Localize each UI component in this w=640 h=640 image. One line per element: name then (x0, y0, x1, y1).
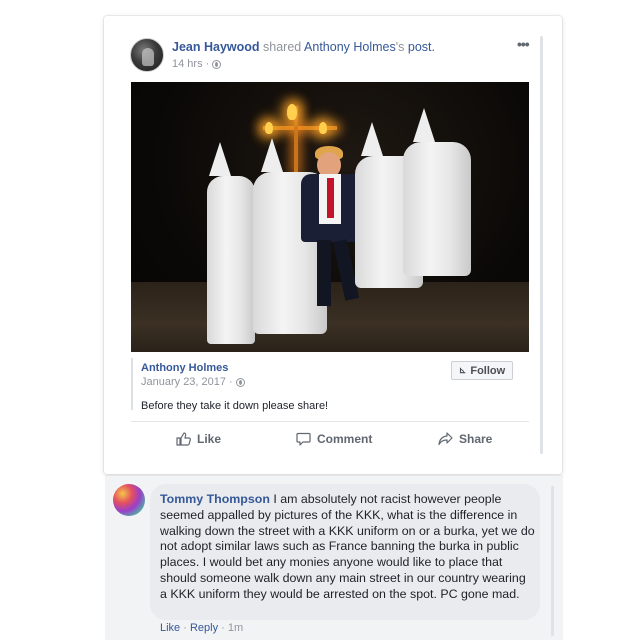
shared-author-name[interactable]: Anthony Holmes (141, 362, 228, 374)
post-time[interactable]: 14 hrs (172, 58, 203, 70)
rss-icon: ⊾ (458, 365, 467, 375)
comment-action-separator: · (221, 622, 225, 634)
globe-icon (235, 377, 245, 387)
comment-body: Tommy Thompson I am absolutely not racis… (160, 492, 536, 603)
like-button[interactable]: Like (176, 430, 221, 448)
comment-like-link[interactable]: Like (160, 622, 180, 634)
shared-word: shared (263, 40, 302, 54)
post-meta: 14 hrs · (172, 58, 222, 70)
like-label: Like (197, 432, 222, 446)
comment-time[interactable]: 1m (228, 622, 243, 634)
author-avatar[interactable] (130, 38, 164, 72)
post-link[interactable]: post. (408, 40, 435, 54)
follow-label: Follow (470, 364, 506, 377)
globe-icon[interactable] (212, 59, 222, 69)
follow-button[interactable]: ⊾ Follow (451, 361, 513, 380)
post-photo[interactable] (131, 82, 529, 352)
thumbs-up-icon (176, 432, 191, 446)
comment-icon (296, 432, 311, 446)
shared-meta: January 23, 2017 · (141, 376, 245, 388)
possessive-suffix: 's (395, 40, 405, 54)
post-author-link[interactable]: Jean Haywood (172, 40, 260, 54)
action-divider (131, 421, 529, 422)
share-icon (438, 432, 453, 446)
meta-separator: · (205, 58, 210, 70)
shared-post-text: Before they take it down please share! (141, 400, 329, 412)
comment-action-separator: · (183, 622, 187, 634)
share-label: Share (459, 432, 493, 446)
comment-label: Comment (317, 432, 373, 446)
screenshot-stage: Jean Haywood shared Anthony Holmes's pos… (0, 0, 640, 640)
post-scrollbar[interactable] (540, 36, 543, 454)
comment-button[interactable]: Comment (296, 430, 372, 448)
original-author-link[interactable]: Anthony Holmes (304, 40, 396, 54)
more-horizontal-icon[interactable]: ••• (517, 36, 530, 52)
shared-meta-separator: · (229, 376, 233, 388)
comment-author-link[interactable]: Tommy Thompson (160, 492, 270, 506)
post-header: Jean Haywood shared Anthony Holmes's pos… (172, 40, 435, 54)
comment-actions: Like · Reply · 1m (160, 622, 243, 634)
shared-date[interactable]: January 23, 2017 (141, 376, 226, 388)
comment-text: I am absolutely not racist however peopl… (160, 492, 535, 601)
share-button[interactable]: Share (438, 430, 492, 448)
comment-reply-link[interactable]: Reply (190, 622, 218, 634)
shared-attribution-bar (131, 358, 133, 410)
commenter-avatar[interactable] (113, 484, 145, 516)
comment-scrollbar[interactable] (551, 486, 554, 636)
